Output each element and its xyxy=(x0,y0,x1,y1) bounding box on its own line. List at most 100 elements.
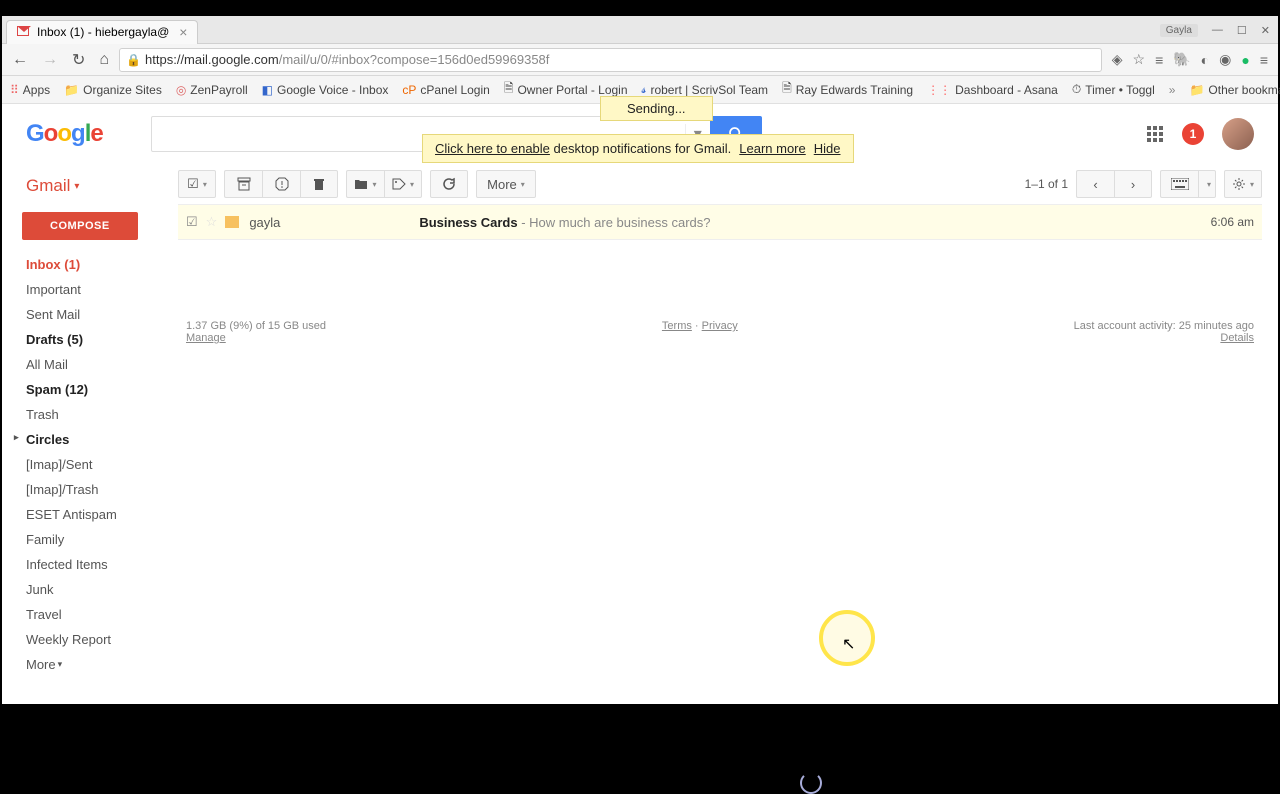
google-logo[interactable]: Google xyxy=(26,120,103,148)
select-all-checkbox[interactable]: ☑▾ xyxy=(178,170,216,198)
sidebar-item-label: Important xyxy=(26,282,81,297)
details-link[interactable]: Details xyxy=(1220,332,1254,344)
email-row[interactable]: ☑ ☆ gayla Business Cards - How much are … xyxy=(178,204,1262,240)
sidebar-item[interactable]: [Imap]/Trash xyxy=(2,477,170,502)
home-icon[interactable]: ⌂ xyxy=(95,49,113,71)
url-path: /mail/u/0/#inbox?compose=156d0ed59969358… xyxy=(279,52,550,67)
star-icon[interactable]: ☆ xyxy=(1133,51,1146,68)
sidebar-item-label: ESET Antispam xyxy=(26,507,117,522)
sidebar-item[interactable]: Trash xyxy=(2,402,170,427)
star-icon[interactable]: ☆ xyxy=(206,214,218,230)
sidebar-item[interactable]: ▸Circles xyxy=(2,427,170,452)
apps-button[interactable]: ⠿ Apps xyxy=(10,83,50,97)
url-input[interactable]: 🔒 https://mail.google.com/mail/u/0/#inbo… xyxy=(119,48,1102,72)
bookmark-link[interactable]: cPcPanel Login xyxy=(402,83,489,97)
sidebar-item[interactable]: Junk xyxy=(2,577,170,602)
sidebar-item[interactable]: Infected Items xyxy=(2,552,170,577)
notif-enable-link[interactable]: Click here to enable xyxy=(435,141,550,156)
sending-toast: Sending... xyxy=(600,96,713,121)
sidebar-more[interactable]: More ▾ xyxy=(2,652,170,677)
google-bar: Google ▾ Sending... Click here to enable… xyxy=(2,104,1278,164)
bookmark-link[interactable]: ⏱Timer • Toggl xyxy=(1072,82,1155,97)
move-button[interactable]: ▾ xyxy=(346,170,384,198)
browser-tab[interactable]: Inbox (1) - hiebergayla@ × xyxy=(6,20,198,44)
sidebar-item[interactable]: Family xyxy=(2,527,170,552)
ext-evernote-icon[interactable]: 🐘 xyxy=(1173,51,1190,68)
pager-text: 1–1 of 1 xyxy=(1025,177,1068,191)
chrome-menu-icon[interactable]: ≡ xyxy=(1260,52,1268,68)
activity-text: Last account activity: 25 minutes ago xyxy=(1074,320,1254,332)
spam-icon xyxy=(275,177,289,191)
sidebar-item-label: Infected Items xyxy=(26,557,108,572)
sidebar-item[interactable]: Important xyxy=(2,277,170,302)
more-button[interactable]: More▾ xyxy=(476,170,536,198)
account-avatar[interactable] xyxy=(1222,118,1254,150)
spam-button[interactable] xyxy=(262,170,300,198)
sidebar-item[interactable]: Drafts (5) xyxy=(2,327,170,352)
sidebar-item[interactable]: Weekly Report xyxy=(2,627,170,652)
ext-record-icon[interactable]: ◉ xyxy=(1219,51,1231,68)
row-checkbox[interactable]: ☑ xyxy=(186,214,198,230)
notif-hide-link[interactable]: Hide xyxy=(814,141,841,156)
input-tools-dropdown[interactable]: ▾ xyxy=(1198,170,1216,198)
cursor-icon: ↖ xyxy=(842,634,855,654)
bookmark-link[interactable]: 🗎Ray Edwards Training xyxy=(782,79,913,100)
sidebar-item-label: Junk xyxy=(26,582,53,597)
email-time: 6:06 am xyxy=(1211,215,1254,229)
url-host: https://mail.google.com xyxy=(145,52,279,67)
ext-buffer-icon[interactable]: ≡ xyxy=(1155,52,1163,68)
window-maximize-icon[interactable]: ☐ xyxy=(1237,24,1247,37)
archive-button[interactable] xyxy=(224,170,262,198)
sidebar: Gmail ▾ COMPOSE Inbox (1) Important Sent M… xyxy=(2,164,170,685)
gmail-dropdown[interactable]: Gmail ▾ xyxy=(2,172,170,208)
ext-grammarly-icon[interactable]: ● xyxy=(1241,52,1249,68)
window-close-icon[interactable]: ✕ xyxy=(1261,24,1270,37)
sidebar-item[interactable]: All Mail xyxy=(2,352,170,377)
other-bookmarks[interactable]: 📁Other bookmarks xyxy=(1189,83,1280,97)
refresh-button[interactable] xyxy=(430,170,468,198)
lock-icon: 🔒 xyxy=(126,53,141,67)
compose-button[interactable]: COMPOSE xyxy=(22,212,138,240)
sidebar-item[interactable]: Inbox (1) xyxy=(2,252,170,277)
archive-icon xyxy=(237,177,251,191)
sidebar-item[interactable]: Spam (12) xyxy=(2,377,170,402)
apps-grid-icon[interactable] xyxy=(1146,125,1164,143)
bookmark-link[interactable]: ◧Google Voice - Inbox xyxy=(262,83,389,97)
notif-learn-link[interactable]: Learn more xyxy=(739,141,805,156)
next-page-button[interactable]: › xyxy=(1114,170,1152,198)
storage-text: 1.37 GB (9%) of 15 GB used xyxy=(186,320,326,332)
delete-button[interactable] xyxy=(300,170,338,198)
bookmark-folder[interactable]: 📁Organize Sites xyxy=(64,83,162,97)
sidebar-item[interactable]: Sent Mail xyxy=(2,302,170,327)
sidebar-item-label: Spam (12) xyxy=(26,382,88,397)
profile-tag[interactable]: Gayla xyxy=(1160,24,1198,37)
ext-icon[interactable]: ◈ xyxy=(1112,51,1123,68)
sidebar-item-label: Travel xyxy=(26,607,62,622)
manage-link[interactable]: Manage xyxy=(186,332,226,344)
sidebar-item[interactable]: [Imap]/Sent xyxy=(2,452,170,477)
bookmark-link[interactable]: 𝓼robert | ScrivSol Team xyxy=(642,82,769,97)
prev-page-button[interactable]: ‹ xyxy=(1076,170,1114,198)
labels-button[interactable]: ▾ xyxy=(384,170,422,198)
loading-spinner-icon xyxy=(800,772,822,794)
bookmark-link[interactable]: ⋮⋮Dashboard - Asana xyxy=(927,83,1058,97)
sidebar-item-label: [Imap]/Trash xyxy=(26,482,98,497)
sidebar-item-label: [Imap]/Sent xyxy=(26,457,92,472)
folder-icon xyxy=(354,178,368,190)
bookmark-link[interactable]: ◎ZenPayroll xyxy=(176,83,248,97)
input-tools-button[interactable] xyxy=(1160,170,1198,198)
caret-icon: ▸ xyxy=(14,432,19,443)
terms-link[interactable]: Terms xyxy=(662,320,692,332)
browser-tab-strip: Inbox (1) - hiebergayla@ × Gayla — ☐ ✕ xyxy=(2,16,1278,44)
reload-icon[interactable]: ↻ xyxy=(68,48,89,72)
back-icon[interactable]: ← xyxy=(8,49,32,71)
notifications-badge[interactable]: 1 xyxy=(1182,123,1204,145)
privacy-link[interactable]: Privacy xyxy=(702,320,738,332)
settings-button[interactable]: ▾ xyxy=(1224,170,1262,198)
window-minimize-icon[interactable]: — xyxy=(1212,24,1223,36)
sidebar-item[interactable]: ESET Antispam xyxy=(2,502,170,527)
bookmark-overflow[interactable]: » xyxy=(1169,83,1176,97)
ext-block-icon[interactable]: ◐ xyxy=(1201,52,1209,68)
close-tab-icon[interactable]: × xyxy=(179,24,187,40)
sidebar-item[interactable]: Travel xyxy=(2,602,170,627)
